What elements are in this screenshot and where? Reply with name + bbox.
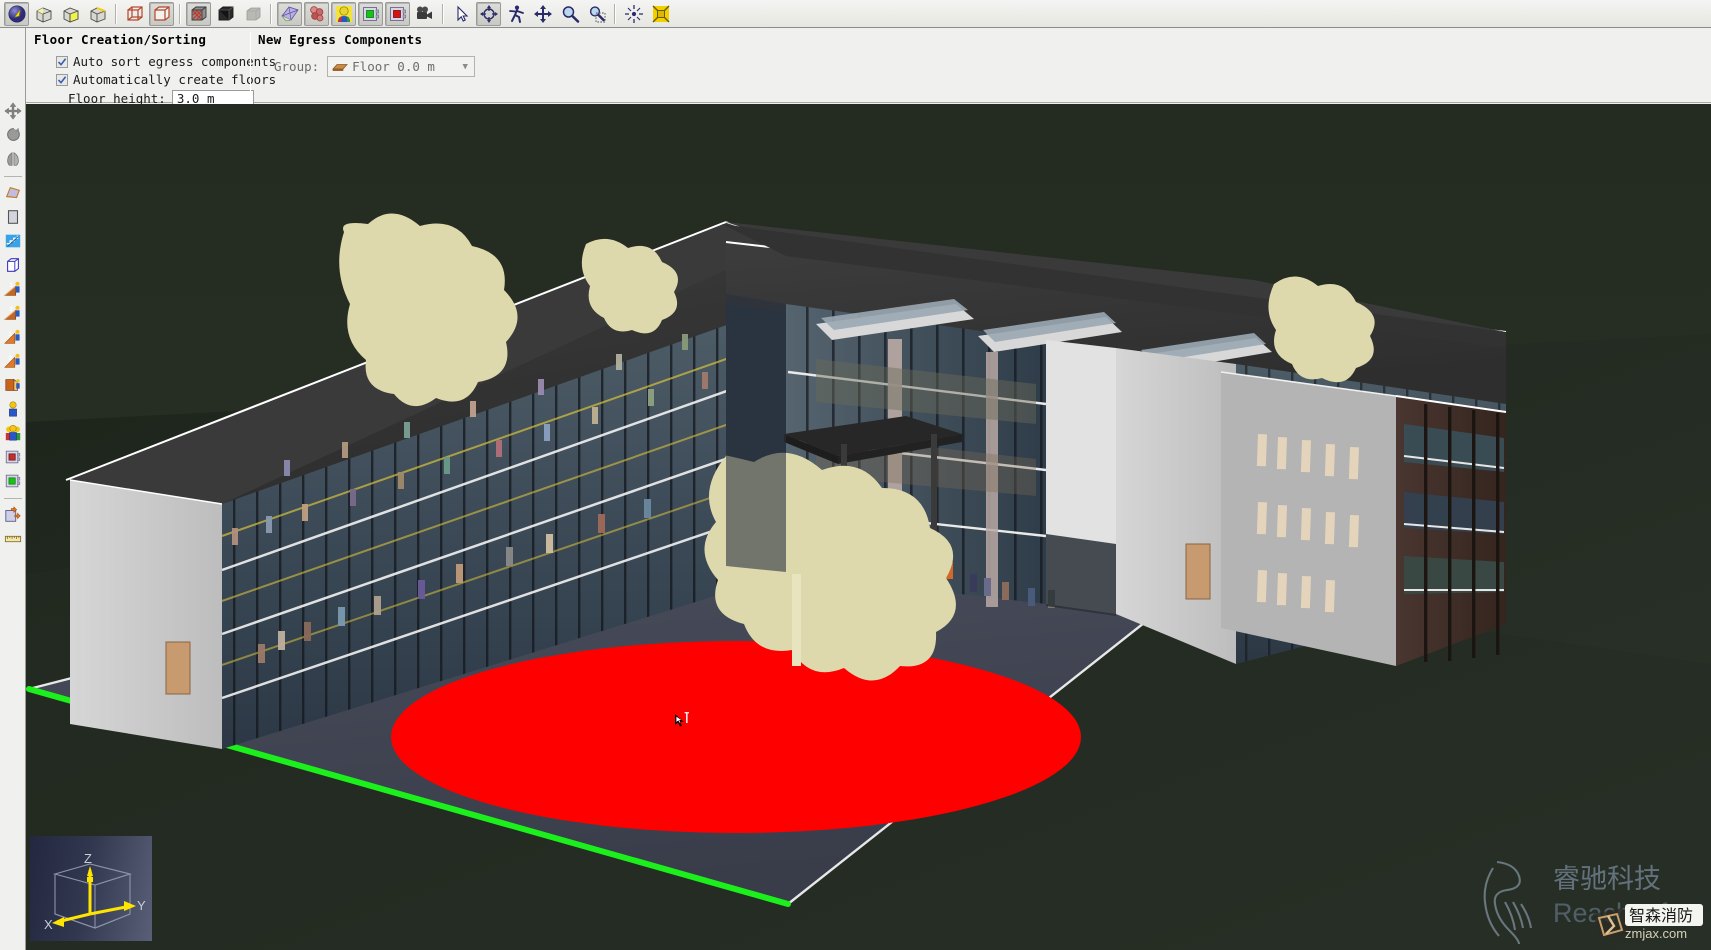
toolbar-separator xyxy=(614,4,616,24)
show-cameras-button[interactable] xyxy=(412,2,437,26)
orbit-tool-button[interactable] xyxy=(476,2,501,26)
move-tool-button[interactable] xyxy=(2,100,24,122)
walk-tool-button[interactable] xyxy=(503,2,528,26)
left-tool-palette: 1 2 1 2 xyxy=(0,28,26,950)
gizmo-z-label: Z xyxy=(84,851,92,866)
gizmo-x-label: X xyxy=(44,917,53,932)
floor-slab-icon xyxy=(332,62,348,72)
palette-separator xyxy=(4,176,22,177)
copy-move-button[interactable] xyxy=(2,504,24,526)
gizmo-y-label: Y xyxy=(137,898,146,913)
auto-sort-egress-row[interactable]: Auto sort egress components xyxy=(56,54,276,69)
ramp-two-way-button[interactable]: 2 xyxy=(2,302,24,324)
chevron-down-icon[interactable]: ▼ xyxy=(458,62,472,72)
3d-scene-render xyxy=(26,104,1711,950)
select-edge-button[interactable] xyxy=(85,2,110,26)
shaded-view-button[interactable] xyxy=(213,2,238,26)
flat-shaded-view-button[interactable] xyxy=(240,2,265,26)
show-navmesh-button[interactable] xyxy=(304,2,329,26)
stair-two-way-button[interactable]: 2 xyxy=(2,350,24,372)
draw-stair-button[interactable] xyxy=(2,230,24,252)
wireframe-view-button[interactable] xyxy=(122,2,147,26)
auto-create-floors-row[interactable]: Automatically create floors xyxy=(56,72,276,87)
toolbar-separator xyxy=(442,4,444,24)
new-egress-components-group-title: New Egress Components xyxy=(258,32,475,47)
select-face-button[interactable] xyxy=(31,2,56,26)
show-exits-button[interactable] xyxy=(385,2,410,26)
draw-rectangle-button[interactable] xyxy=(2,206,24,228)
auto-sort-egress-label: Auto sort egress components xyxy=(73,54,276,69)
panel-group-divider xyxy=(250,32,251,100)
zoom-window-tool-button[interactable] xyxy=(584,2,609,26)
svg-text:1: 1 xyxy=(8,331,12,338)
main-toolbar xyxy=(0,0,1711,28)
svg-text:2: 2 xyxy=(9,306,13,313)
auto-create-floors-label: Automatically create floors xyxy=(73,72,276,87)
auto-create-floors-checkbox[interactable] xyxy=(56,74,68,86)
zoom-tool-button[interactable] xyxy=(557,2,582,26)
select-surface-button[interactable] xyxy=(58,2,83,26)
select-object-button[interactable] xyxy=(4,2,29,26)
floor-creation-group-title: Floor Creation/Sorting xyxy=(34,32,276,47)
ramp-one-way-button[interactable]: 1 xyxy=(2,278,24,300)
egress-group-value: Floor 0.0 m xyxy=(352,59,458,74)
zoom-extents-button[interactable] xyxy=(648,2,673,26)
auto-sort-egress-checkbox[interactable] xyxy=(56,56,68,68)
svg-text:1: 1 xyxy=(9,282,13,289)
add-exit-button[interactable] xyxy=(2,446,24,468)
rotate-tool-button[interactable] xyxy=(2,124,24,146)
axis-orientation-gizmo: Z Y X xyxy=(30,836,152,941)
3d-viewport[interactable]: Z Y X 睿驰科技 Reachsoft xyxy=(26,104,1711,950)
application-window: 1 2 1 2 xyxy=(0,0,1711,950)
egress-group-combobox[interactable]: Floor 0.0 m ▼ xyxy=(327,56,475,77)
palette-separator xyxy=(4,498,22,499)
show-rooms-button[interactable] xyxy=(358,2,383,26)
egress-group-label: Group: xyxy=(274,59,319,74)
measure-tool-button[interactable] xyxy=(2,528,24,550)
stair-one-way-button[interactable]: 1 xyxy=(2,326,24,348)
tool-options-panel: Floor Creation/Sorting Auto sort egress … xyxy=(26,28,1711,103)
show-occupants-button[interactable] xyxy=(331,2,356,26)
toolbar-separator xyxy=(115,4,117,24)
toolbar-separator xyxy=(179,4,181,24)
add-room-button[interactable] xyxy=(2,470,24,492)
draw-extrusion-button[interactable] xyxy=(2,254,24,276)
mouse-cursor xyxy=(674,712,692,734)
mirror-tool-button[interactable] xyxy=(2,148,24,170)
add-occupant-button[interactable] xyxy=(2,398,24,420)
show-geometry-button[interactable] xyxy=(277,2,302,26)
svg-text:2: 2 xyxy=(8,355,12,362)
pan-tool-button[interactable] xyxy=(530,2,555,26)
draw-polygon-button[interactable] xyxy=(2,182,24,204)
add-door-button[interactable] xyxy=(2,374,24,396)
hidden-line-view-button[interactable] xyxy=(149,2,174,26)
zoom-to-selection-button[interactable] xyxy=(621,2,646,26)
textured-view-button[interactable] xyxy=(186,2,211,26)
toolbar-separator xyxy=(270,4,272,24)
select-tool-button[interactable] xyxy=(449,2,474,26)
add-occupant-group-button[interactable] xyxy=(2,422,24,444)
